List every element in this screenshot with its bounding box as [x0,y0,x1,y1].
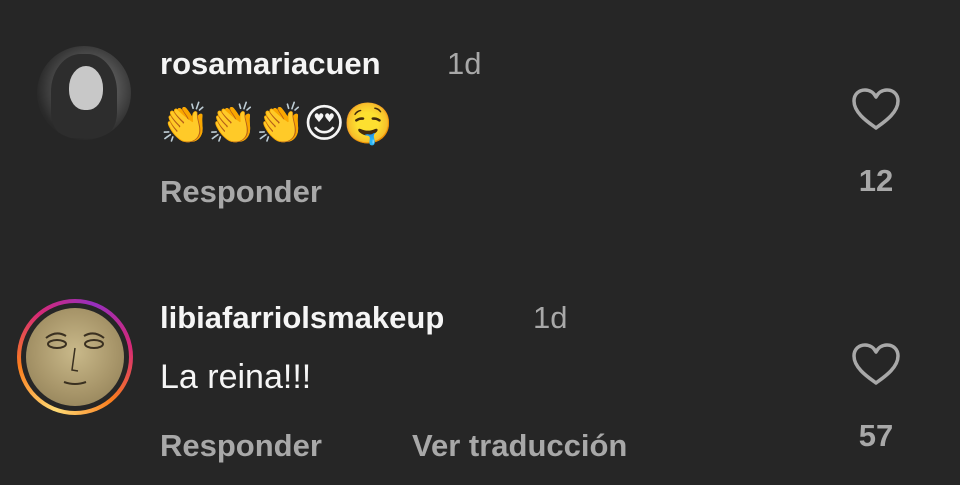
reply-button[interactable]: Responder [160,428,322,464]
like-count: 12 [858,163,894,198]
translate-button[interactable]: Ver traducción [412,428,627,464]
comment-timestamp: 1d [533,300,568,335]
heart-outline-icon[interactable] [851,87,901,131]
comment-text: La reina!!! [160,358,312,396]
comment-timestamp: 1d [447,46,482,81]
like-count: 57 [858,418,894,453]
comment-text: 👏👏👏😍🤤 [160,102,393,146]
avatar[interactable] [37,46,131,140]
comment-username[interactable]: rosamariacuen [160,46,381,82]
avatar[interactable] [26,308,124,406]
comment-username[interactable]: libiafarriolsmakeup [160,300,444,336]
heart-outline-icon[interactable] [851,342,901,386]
reply-button[interactable]: Responder [160,174,322,210]
